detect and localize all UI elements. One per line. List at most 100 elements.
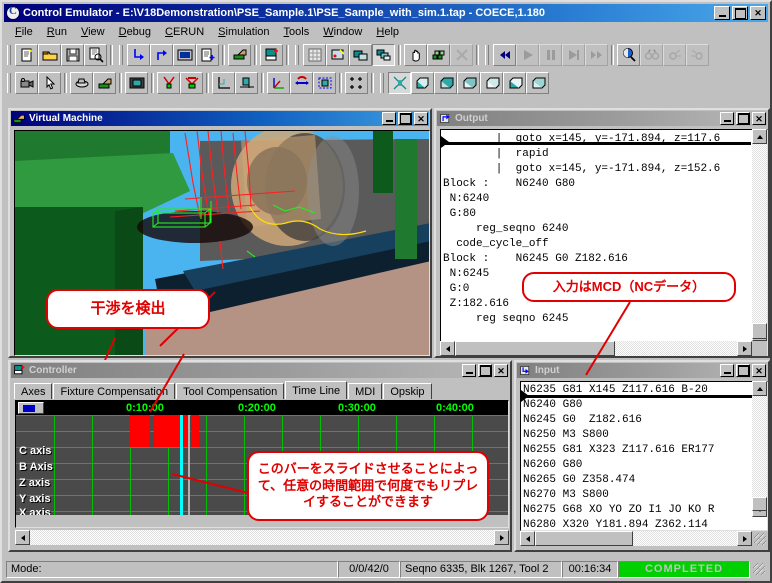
timeline-ruler[interactable]: 0:10:00 0:20:00 0:30:00 0:40:00 [16, 401, 508, 415]
vm-minimize-button[interactable] [382, 112, 396, 125]
chart-add-icon[interactable] [260, 44, 283, 66]
input-hscroll-track[interactable] [633, 531, 737, 546]
view-box-1-icon[interactable] [411, 72, 434, 94]
machine-tool-icon[interactable] [93, 72, 116, 94]
minimize-button[interactable] [714, 6, 730, 20]
input-scroll-left-button[interactable] [520, 531, 535, 546]
binoculars-icon[interactable] [640, 44, 663, 66]
play-icon[interactable] [516, 44, 539, 66]
open-folder-icon[interactable] [38, 44, 61, 66]
screen-icon[interactable] [173, 44, 196, 66]
edit-shape-icon[interactable] [326, 44, 349, 66]
zoom-inspect-icon[interactable] [617, 44, 640, 66]
output-hscrollbar[interactable] [440, 341, 752, 356]
step-next-icon[interactable] [562, 44, 585, 66]
controller-minimize-button[interactable] [462, 364, 476, 377]
rewind-icon[interactable] [493, 44, 516, 66]
menu-item-window[interactable]: Window [316, 25, 369, 39]
pause-icon[interactable] [539, 44, 562, 66]
axis-xyz-icon[interactable] [267, 72, 290, 94]
menu-item-help[interactable]: Help [369, 25, 406, 39]
toolbar-grip-2[interactable] [118, 44, 125, 66]
vm-close-button[interactable] [414, 112, 428, 125]
input-scroll-right-button[interactable] [737, 531, 752, 546]
output-text-area[interactable]: | goto x=145, y=-171.894, z=117.6 | rapi… [440, 129, 768, 356]
find-prev-icon[interactable] [686, 44, 709, 66]
maximize-button[interactable] [732, 6, 748, 20]
controller-scroll-right-button[interactable] [494, 530, 509, 545]
menu-item-simulation[interactable]: Simulation [211, 25, 276, 39]
controller-scroll-left-button[interactable] [15, 530, 30, 545]
tab-tool-compensation[interactable]: Tool Compensation [176, 383, 285, 399]
output-scroll-right-button[interactable] [737, 341, 752, 356]
blocks-icon[interactable] [427, 44, 450, 66]
output-scroll-up-button[interactable] [752, 129, 767, 144]
menu-item-run[interactable]: Run [40, 25, 74, 39]
toolbar-grip[interactable] [6, 44, 13, 66]
step-out-icon[interactable] [150, 44, 173, 66]
tab-axes[interactable]: Axes [14, 383, 53, 399]
cursor-arrow-icon[interactable] [38, 72, 61, 94]
iso-view-icon[interactable] [388, 72, 411, 94]
tab-mdi[interactable]: MDI [348, 383, 383, 399]
output-close-button[interactable] [752, 112, 766, 125]
fast-forward-icon[interactable] [585, 44, 608, 66]
tool-path-icon[interactable] [157, 72, 180, 94]
tab-time-line[interactable]: Time Line [285, 381, 348, 399]
input-text-area[interactable]: N6235 G81 X145 Z117.616 B-20 N6240 G80 N… [520, 381, 768, 531]
controller-close-button[interactable] [494, 364, 508, 377]
tab-fixture-compensation[interactable]: Fixture Compensation [53, 383, 176, 399]
output-scroll-left-button[interactable] [440, 341, 455, 356]
output-vscroll-thumb[interactable] [752, 323, 767, 339]
view-box-2-icon[interactable] [434, 72, 457, 94]
output-hscroll-track[interactable] [615, 341, 737, 356]
timeline-cursor[interactable] [180, 415, 183, 515]
clear-icon[interactable] [450, 44, 473, 66]
input-scroll-up-button[interactable] [752, 381, 767, 396]
menu-item-tools[interactable]: Tools [277, 25, 317, 39]
camera-icon[interactable] [15, 72, 38, 94]
toolbar2-grip[interactable] [6, 72, 13, 94]
tool-path2-icon[interactable] [180, 72, 203, 94]
viewport-icon[interactable] [125, 72, 148, 94]
output-vscroll-track[interactable] [752, 144, 767, 326]
tab-opskip[interactable]: Opskip [383, 383, 432, 399]
output-maximize-button[interactable] [736, 112, 750, 125]
find-next-icon[interactable] [663, 44, 686, 66]
print-preview-icon[interactable] [84, 44, 107, 66]
input-vscroll-track[interactable] [752, 396, 767, 502]
menu-item-view[interactable]: View [74, 25, 112, 39]
resize-grip[interactable] [752, 562, 766, 576]
view-box-3-icon[interactable] [457, 72, 480, 94]
part-icon[interactable] [70, 72, 93, 94]
axis-corner-icon[interactable] [212, 72, 235, 94]
vm-maximize-button[interactable] [398, 112, 412, 125]
new-file-icon[interactable] [15, 44, 38, 66]
input-hscrollbar[interactable] [520, 531, 752, 546]
input-vscroll-thumb[interactable] [752, 497, 767, 511]
input-minimize-button[interactable] [720, 364, 734, 377]
close-button[interactable] [750, 6, 766, 20]
view-box-6-icon[interactable] [526, 72, 549, 94]
menu-item-file[interactable]: File [8, 25, 40, 39]
crosshair-icon[interactable] [345, 72, 368, 94]
view-box-4-icon[interactable] [480, 72, 503, 94]
output-vscrollbar[interactable] [752, 129, 767, 341]
menu-item-cerun[interactable]: CERUN [158, 25, 211, 39]
output-hscroll-thumb[interactable] [455, 341, 615, 356]
input-close-button[interactable] [752, 364, 766, 377]
list-add-icon[interactable] [196, 44, 219, 66]
plane-view-icon[interactable] [235, 72, 258, 94]
controller-hscroll-track[interactable] [30, 530, 494, 545]
toolbar2-grip-2[interactable] [379, 72, 386, 94]
rotate-icon[interactable] [290, 72, 313, 94]
input-hscroll-thumb[interactable] [535, 531, 633, 546]
select-box-icon[interactable] [313, 72, 336, 94]
input-maximize-button[interactable] [736, 364, 750, 377]
machine-icon[interactable] [228, 44, 251, 66]
menu-item-debug[interactable]: Debug [112, 25, 158, 39]
output-minimize-button[interactable] [720, 112, 734, 125]
layers-icon[interactable] [349, 44, 372, 66]
grid-icon[interactable] [303, 44, 326, 66]
layers-alt-icon[interactable] [372, 44, 395, 66]
